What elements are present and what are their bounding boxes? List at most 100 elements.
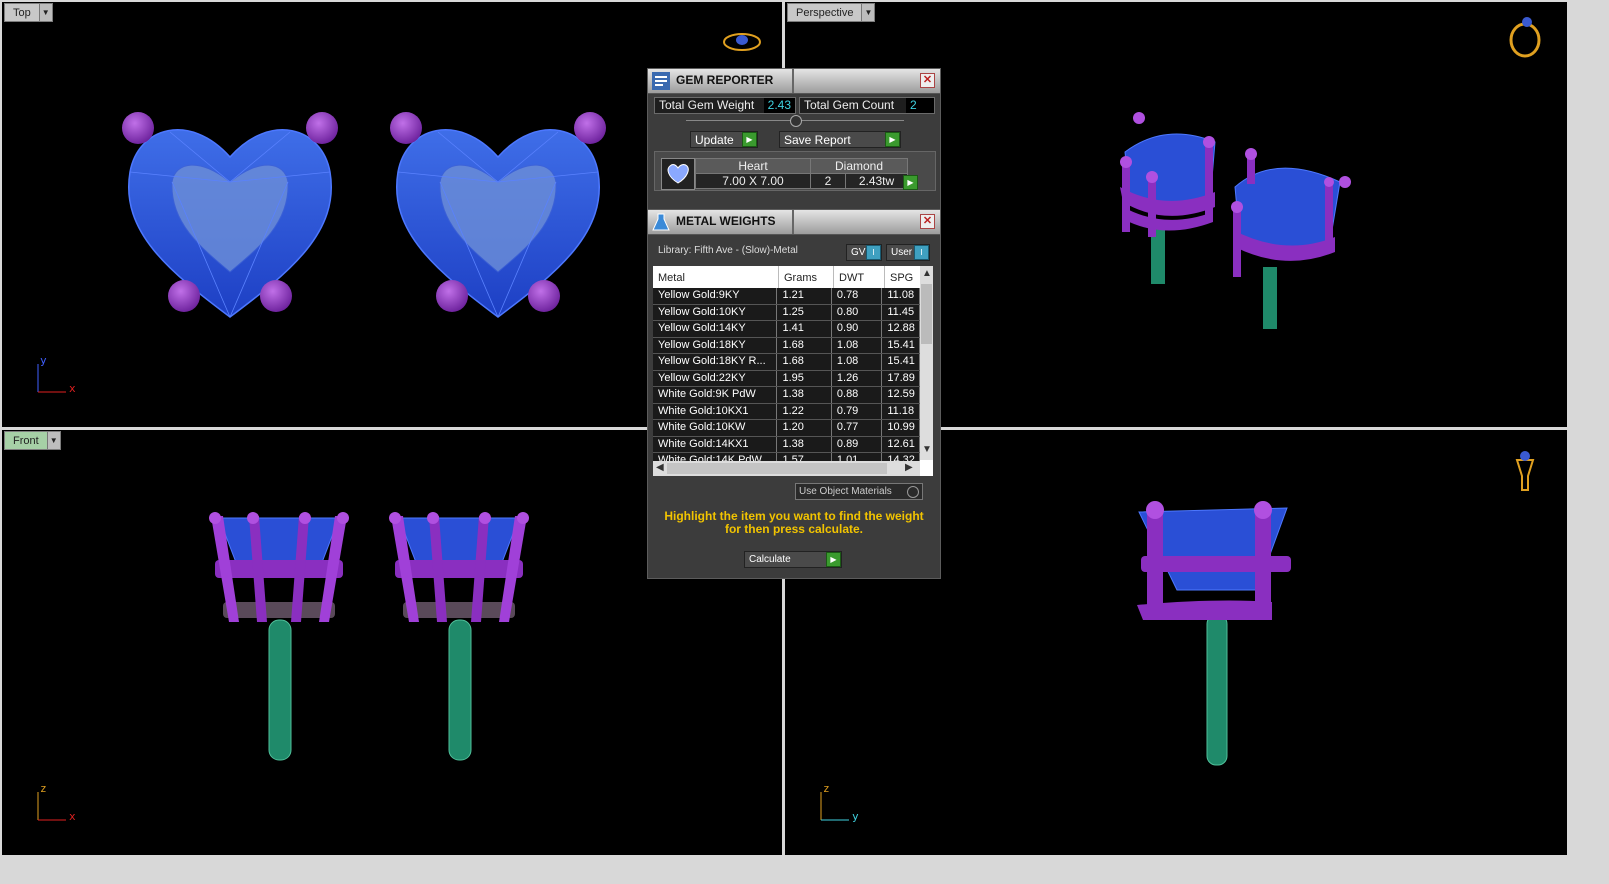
gem-report-icon: [651, 71, 671, 91]
calculate-button[interactable]: Calculate ▶: [744, 551, 842, 568]
table-cell: 0.88: [832, 387, 883, 403]
table-cell: Yellow Gold:14KY: [653, 321, 778, 337]
table-cell: Yellow Gold:10KY: [653, 304, 778, 320]
table-cell: White Gold:9K PdW: [653, 387, 778, 403]
save-report-button-label: Save Report: [784, 132, 851, 147]
table-cell: 0.77: [832, 420, 883, 436]
scroll-down-icon[interactable]: ▼: [922, 444, 932, 455]
save-report-button[interactable]: Save Report ▶: [779, 131, 901, 148]
col-header-grams[interactable]: Grams: [779, 266, 834, 288]
calculate-button-label: Calculate: [749, 554, 791, 565]
scroll-right-icon[interactable]: ▶: [905, 462, 913, 473]
col-header-metal[interactable]: Metal: [653, 266, 779, 288]
toggle-icon: I: [914, 245, 929, 260]
gem-material: Diamond: [810, 158, 908, 174]
table-cell: White Gold:10KX1: [653, 403, 778, 419]
gem-count: 2: [810, 173, 846, 189]
gv-label: GV: [851, 247, 866, 258]
horizontal-scrollbar[interactable]: ◀ ▶: [653, 461, 920, 476]
scroll-up-icon[interactable]: ▲: [922, 268, 932, 279]
table-cell: 12.61: [882, 436, 920, 452]
table-cell: 1.08: [832, 354, 883, 370]
title-divider: [792, 210, 794, 234]
vertical-scrollbar[interactable]: ▲ ▼: [920, 266, 933, 460]
metal-table-body: Yellow Gold:9KY 1.21 0.78 11.08 Yellow Gold:…: [653, 288, 920, 470]
splitter-handle-icon[interactable]: [790, 115, 802, 127]
table-cell: 0.89: [832, 436, 883, 452]
scroll-left-icon[interactable]: ◀: [656, 462, 664, 473]
chevron-down-icon[interactable]: ▼: [46, 432, 60, 449]
use-object-materials-toggle[interactable]: Use Object Materials: [795, 483, 923, 500]
scroll-thumb[interactable]: [921, 284, 932, 344]
gem-table: Heart Diamond 7.00 X 7.00 2 2.43tw: [695, 158, 908, 189]
close-icon[interactable]: ✕: [920, 73, 935, 88]
viewport-label-text: Top: [5, 4, 39, 21]
instruction-text: Highlight the item you want to find the …: [664, 509, 924, 536]
gv-toggle[interactable]: GV I: [846, 244, 882, 261]
gem-detail-arrow-icon[interactable]: ▶: [903, 175, 918, 190]
gem-entry[interactable]: Heart Diamond 7.00 X 7.00 2 2.43tw ▶: [654, 151, 936, 191]
viewport-label-front[interactable]: Front ▼: [4, 431, 61, 450]
table-cell: 11.18: [882, 403, 920, 419]
total-gem-weight-value: 2.43: [763, 98, 795, 113]
table-cell: 11.08: [882, 288, 920, 304]
update-button[interactable]: Update ▶: [690, 131, 758, 148]
play-arrow-icon: ▶: [742, 132, 757, 147]
play-arrow-icon: ▶: [885, 132, 900, 147]
table-row[interactable]: White Gold:10KX1 1.22 0.79 11.18: [653, 403, 920, 420]
table-row[interactable]: Yellow Gold:14KY 1.41 0.90 12.88: [653, 321, 920, 338]
play-arrow-icon: ▶: [826, 552, 841, 567]
gem-reporter-titlebar[interactable]: GEM REPORTER ✕: [648, 69, 940, 94]
table-cell: 1.22: [777, 403, 832, 419]
table-row[interactable]: White Gold:14KX1 1.38 0.89 12.61: [653, 436, 920, 453]
table-cell: 0.80: [832, 304, 883, 320]
scroll-thumb[interactable]: [667, 463, 887, 474]
table-cell: 12.88: [882, 321, 920, 337]
table-row[interactable]: Yellow Gold:9KY 1.21 0.78 11.08: [653, 288, 920, 305]
table-cell: 1.21: [777, 288, 832, 304]
table-cell: 1.38: [777, 436, 832, 452]
total-gem-count-label: Total Gem Count: [804, 98, 895, 112]
viewport-label-top[interactable]: Top ▼: [4, 3, 53, 22]
metal-weights-titlebar[interactable]: METAL WEIGHTS ✕: [648, 210, 940, 235]
update-button-label: Update: [695, 132, 734, 147]
library-label: Library: Fifth Ave - (Slow)-Metal: [658, 245, 798, 256]
flask-icon: [651, 212, 671, 232]
table-cell: 0.78: [832, 288, 883, 304]
table-row[interactable]: White Gold:10KW 1.20 0.77 10.99: [653, 420, 920, 437]
table-cell: 1.68: [777, 354, 832, 370]
table-cell: Yellow Gold:18KY: [653, 337, 778, 353]
viewport-label-text: Perspective: [788, 4, 862, 21]
earring-front-right: [389, 512, 529, 761]
earring-gizmo-icon: [1515, 451, 1535, 491]
col-header-dwt[interactable]: DWT: [834, 266, 885, 288]
total-gem-weight-label: Total Gem Weight: [659, 98, 755, 112]
axis-label-h: y: [852, 810, 859, 823]
heart-gem-right: [390, 112, 606, 318]
user-label: User: [891, 247, 913, 258]
axis-label-v: z: [823, 782, 830, 795]
col-header-spg[interactable]: SPG: [885, 266, 923, 288]
table-row[interactable]: Yellow Gold:18KY R... 1.68 1.08 15.41: [653, 354, 920, 371]
table-cell: 11.45: [882, 304, 920, 320]
table-row[interactable]: White Gold:9K PdW 1.38 0.88 12.59: [653, 387, 920, 404]
table-row[interactable]: Yellow Gold:22KY 1.95 1.26 17.89: [653, 370, 920, 387]
viewport-label-perspective[interactable]: Perspective ▼: [787, 3, 876, 22]
close-icon[interactable]: ✕: [920, 214, 935, 229]
user-toggle[interactable]: User I: [886, 244, 930, 261]
total-gem-count-value: 2: [906, 98, 934, 113]
earring-perspective-right: [1231, 148, 1351, 329]
table-row[interactable]: Yellow Gold:18KY 1.68 1.08 15.41: [653, 337, 920, 354]
toggle-icon: I: [866, 245, 881, 260]
chevron-down-icon[interactable]: ▼: [38, 4, 52, 21]
table-row[interactable]: Yellow Gold:10KY 1.25 0.80 11.45: [653, 304, 920, 321]
use-object-materials-label: Use Object Materials: [799, 486, 892, 497]
table-cell: 1.41: [777, 321, 832, 337]
chevron-down-icon[interactable]: ▼: [861, 4, 875, 21]
viewport-label-text: Front: [5, 432, 47, 449]
table-cell: 12.59: [882, 387, 920, 403]
table-cell: 1.95: [777, 370, 832, 386]
gem-shape: Heart: [695, 158, 811, 174]
metal-weights-panel: METAL WEIGHTS ✕ Library: Fifth Ave - (Sl…: [647, 209, 941, 579]
table-cell: 1.68: [777, 337, 832, 353]
